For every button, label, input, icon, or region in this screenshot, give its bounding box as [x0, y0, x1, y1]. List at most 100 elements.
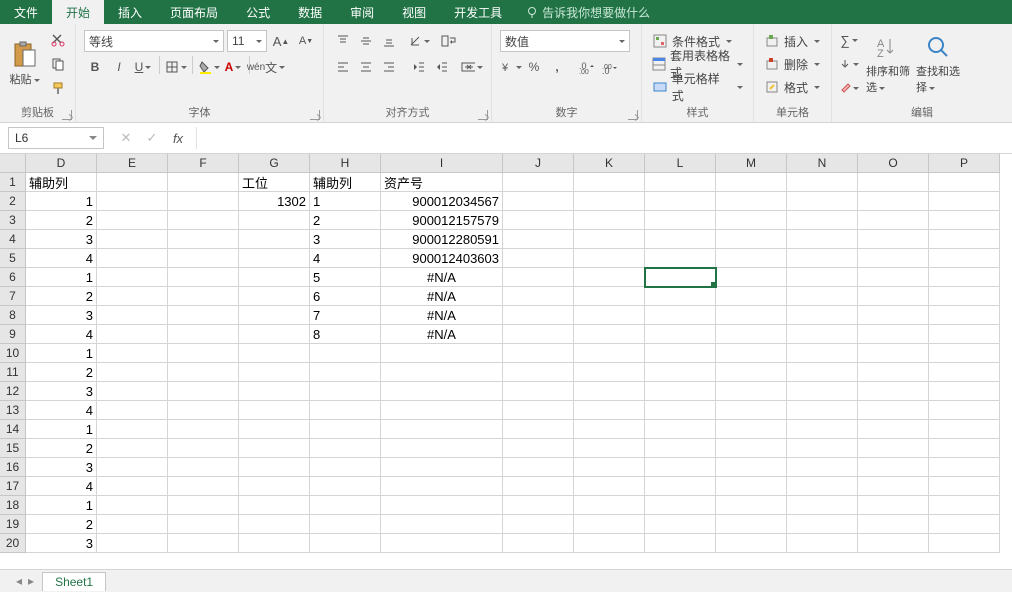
cell-J12[interactable] — [503, 382, 574, 401]
cell-M15[interactable] — [716, 439, 787, 458]
cell-E4[interactable] — [97, 230, 168, 249]
cell-G7[interactable] — [239, 287, 310, 306]
cell-M4[interactable] — [716, 230, 787, 249]
cell-I14[interactable] — [381, 420, 503, 439]
cell-I6[interactable]: #N/A — [381, 268, 503, 287]
cell-M11[interactable] — [716, 363, 787, 382]
cell-G6[interactable] — [239, 268, 310, 287]
cell-E19[interactable] — [97, 515, 168, 534]
cell-N11[interactable] — [787, 363, 858, 382]
cell-O17[interactable] — [858, 477, 929, 496]
copy-button[interactable] — [47, 53, 69, 75]
font-launcher[interactable] — [310, 110, 320, 120]
cell-F18[interactable] — [168, 496, 239, 515]
cell-E17[interactable] — [97, 477, 168, 496]
cell-P6[interactable] — [929, 268, 1000, 287]
cell-E11[interactable] — [97, 363, 168, 382]
cell-H20[interactable] — [310, 534, 381, 553]
cell-M20[interactable] — [716, 534, 787, 553]
cell-N10[interactable] — [787, 344, 858, 363]
cell-D16[interactable]: 3 — [26, 458, 97, 477]
cell-N3[interactable] — [787, 211, 858, 230]
cell-K6[interactable] — [574, 268, 645, 287]
name-box[interactable]: L6 — [8, 127, 104, 149]
col-header-N[interactable]: N — [787, 154, 858, 173]
comma-button[interactable]: , — [546, 56, 568, 78]
cell-E10[interactable] — [97, 344, 168, 363]
cell-F10[interactable] — [168, 344, 239, 363]
cell-I4[interactable]: 900012280591 — [381, 230, 503, 249]
cell-G19[interactable] — [239, 515, 310, 534]
find-select-button[interactable]: 查找和选择 — [916, 29, 960, 99]
cell-I13[interactable] — [381, 401, 503, 420]
cell-M2[interactable] — [716, 192, 787, 211]
cell-M3[interactable] — [716, 211, 787, 230]
cell-G10[interactable] — [239, 344, 310, 363]
col-header-L[interactable]: L — [645, 154, 716, 173]
cell-G4[interactable] — [239, 230, 310, 249]
col-header-H[interactable]: H — [310, 154, 381, 173]
cell-P5[interactable] — [929, 249, 1000, 268]
cell-H2[interactable]: 1 — [310, 192, 381, 211]
cell-M16[interactable] — [716, 458, 787, 477]
row-header-1[interactable]: 1 — [0, 173, 26, 192]
cell-O12[interactable] — [858, 382, 929, 401]
cell-E7[interactable] — [97, 287, 168, 306]
tab-审阅[interactable]: 审阅 — [336, 0, 388, 24]
row-header-8[interactable]: 8 — [0, 306, 26, 325]
cell-H10[interactable] — [310, 344, 381, 363]
cell-P20[interactable] — [929, 534, 1000, 553]
cell-H1[interactable]: 辅助列 — [310, 173, 381, 192]
cell-G17[interactable] — [239, 477, 310, 496]
orientation-button[interactable] — [408, 30, 430, 52]
cell-N5[interactable] — [787, 249, 858, 268]
cell-O3[interactable] — [858, 211, 929, 230]
wrap-text-button[interactable] — [438, 30, 460, 52]
fill-color-button[interactable] — [198, 56, 220, 78]
tab-页面布局[interactable]: 页面布局 — [156, 0, 232, 24]
cell-G3[interactable] — [239, 211, 310, 230]
font-color-button[interactable]: A — [222, 56, 244, 78]
cell-H16[interactable] — [310, 458, 381, 477]
cell-I11[interactable] — [381, 363, 503, 382]
cell-F6[interactable] — [168, 268, 239, 287]
cell-H3[interactable]: 2 — [310, 211, 381, 230]
number-format-select[interactable]: 数值 — [500, 30, 630, 52]
row-header-6[interactable]: 6 — [0, 268, 26, 287]
cell-I19[interactable] — [381, 515, 503, 534]
col-header-M[interactable]: M — [716, 154, 787, 173]
row-header-16[interactable]: 16 — [0, 458, 26, 477]
cell-H12[interactable] — [310, 382, 381, 401]
cell-E3[interactable] — [97, 211, 168, 230]
cell-J18[interactable] — [503, 496, 574, 515]
increase-indent-button[interactable] — [431, 56, 453, 78]
row-header-18[interactable]: 18 — [0, 496, 26, 515]
cell-F20[interactable] — [168, 534, 239, 553]
cell-F19[interactable] — [168, 515, 239, 534]
tell-me[interactable]: 告诉我你想要做什么 — [516, 0, 660, 24]
formula-input[interactable] — [196, 127, 1012, 149]
font-size-select[interactable]: 11 — [227, 30, 267, 52]
align-center-button[interactable] — [355, 56, 377, 78]
cell-L9[interactable] — [645, 325, 716, 344]
cell-K18[interactable] — [574, 496, 645, 515]
cell-M12[interactable] — [716, 382, 787, 401]
cell-P2[interactable] — [929, 192, 1000, 211]
cell-M10[interactable] — [716, 344, 787, 363]
tab-插入[interactable]: 插入 — [104, 0, 156, 24]
cell-G15[interactable] — [239, 439, 310, 458]
cell-M13[interactable] — [716, 401, 787, 420]
cell-F8[interactable] — [168, 306, 239, 325]
tab-视图[interactable]: 视图 — [388, 0, 440, 24]
cell-N4[interactable] — [787, 230, 858, 249]
cell-O18[interactable] — [858, 496, 929, 515]
cell-N20[interactable] — [787, 534, 858, 553]
cell-P9[interactable] — [929, 325, 1000, 344]
cell-J17[interactable] — [503, 477, 574, 496]
cell-O15[interactable] — [858, 439, 929, 458]
cell-D20[interactable]: 3 — [26, 534, 97, 553]
alignment-launcher[interactable] — [478, 110, 488, 120]
cell-H13[interactable] — [310, 401, 381, 420]
cell-I5[interactable]: 900012403603 — [381, 249, 503, 268]
tab-开发工具[interactable]: 开发工具 — [440, 0, 516, 24]
